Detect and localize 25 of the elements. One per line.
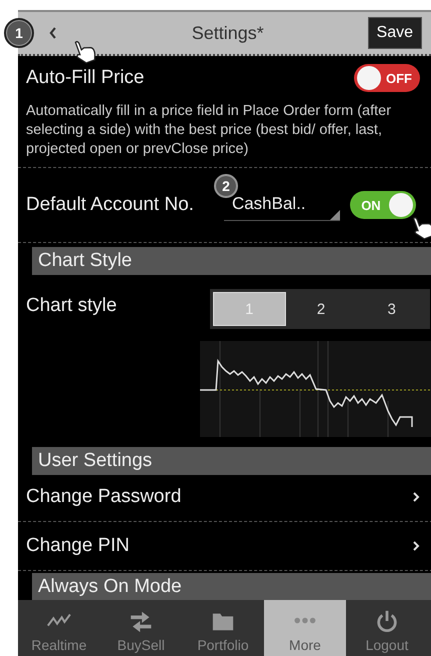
chevron-right-icon bbox=[412, 540, 420, 552]
section-header: Chart Style bbox=[32, 247, 431, 275]
setting-label: Chart style bbox=[26, 294, 118, 318]
setting-label: Auto-Fill Price bbox=[26, 67, 146, 89]
style-option[interactable]: 2 bbox=[286, 292, 356, 326]
step-badge: 1 bbox=[4, 18, 34, 48]
screen-title: Settings* bbox=[190, 22, 265, 44]
toggle-switch[interactable]: OFF bbox=[354, 64, 420, 92]
nav-tab[interactable]: BuySell bbox=[100, 600, 182, 656]
save-button[interactable]: Save bbox=[368, 17, 422, 49]
back-icon[interactable] bbox=[48, 26, 58, 40]
more-dots-icon bbox=[294, 617, 316, 624]
setting-description: Automatically fill in a price field in Place Order form (after selecting a side) with the best price (best bid/ offer, last, projected open or prevClose price) bbox=[25, 102, 392, 159]
nav-tab[interactable]: Portfolio bbox=[182, 600, 264, 656]
section-header: Always On Mode bbox=[32, 573, 431, 600]
toggle-switch[interactable]: ON bbox=[350, 191, 416, 219]
nav-tab[interactable]: Realtime bbox=[18, 600, 100, 656]
setting-label: Default Account No. bbox=[26, 194, 194, 216]
chevron-right-icon bbox=[412, 491, 420, 503]
style-option[interactable]: 3 bbox=[356, 292, 428, 326]
nav-tab[interactable]: Logout bbox=[346, 600, 428, 656]
section-header: User Settings bbox=[32, 447, 431, 475]
menu-item[interactable]: Change PIN bbox=[18, 524, 431, 568]
menu-item[interactable]: Change Password bbox=[18, 475, 431, 519]
nav-tab[interactable]: More bbox=[264, 600, 346, 656]
